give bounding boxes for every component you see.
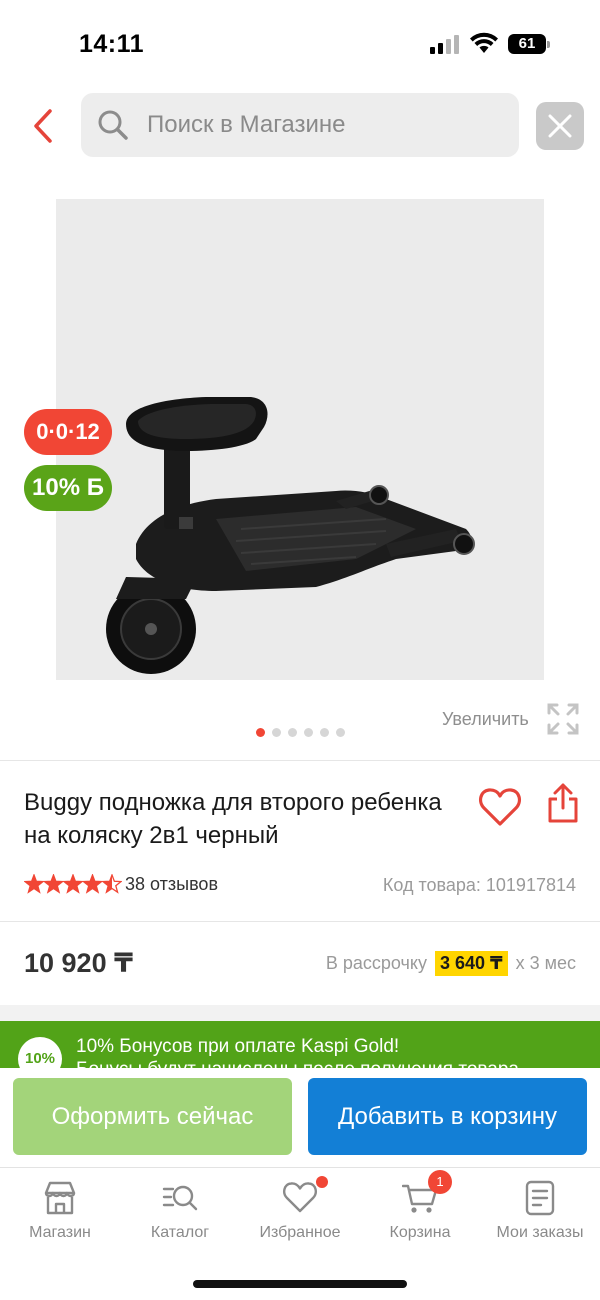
star-icon: [81, 874, 104, 894]
tab-label: Мои заказы: [496, 1224, 584, 1241]
battery-icon: 61: [508, 34, 550, 54]
bonus-text: 10% Бонусов при оплате Kaspi Gold!: [76, 1036, 400, 1057]
search-box[interactable]: [81, 93, 519, 157]
bottom-navigation: Магазин Каталог Избранное 1 Корзина Мои …: [0, 1167, 600, 1300]
star-icon: [24, 874, 45, 894]
installment-badge: 0·0·12: [24, 409, 112, 455]
divider: [0, 760, 600, 761]
pagination-dot[interactable]: [288, 728, 297, 737]
action-bar: Оформить сейчас Добавить в корзину: [0, 1068, 600, 1168]
tab-catalog[interactable]: Каталог: [120, 1180, 240, 1260]
home-indicator[interactable]: [193, 1280, 407, 1288]
tab-orders[interactable]: Мои заказы: [480, 1180, 600, 1260]
pagination-dot[interactable]: [304, 728, 313, 737]
divider: [0, 921, 600, 922]
tab-label: Корзина: [389, 1224, 451, 1241]
tab-cart[interactable]: 1 Корзина: [360, 1170, 480, 1260]
heart-icon[interactable]: [478, 786, 522, 828]
stroller-board-illustration: [106, 397, 475, 674]
cart-count-badge: 1: [428, 1170, 452, 1194]
orders-icon: [525, 1180, 555, 1216]
pagination-dot[interactable]: [256, 728, 265, 737]
catalog-search-icon: [162, 1185, 198, 1211]
share-icon[interactable]: [546, 782, 580, 824]
tab-shop[interactable]: Магазин: [0, 1180, 120, 1260]
installment-info[interactable]: В рассрочку 3 640 ₸ х 3 мес: [326, 951, 576, 976]
search-input[interactable]: [147, 93, 507, 157]
tab-favorites[interactable]: Избранное: [240, 1176, 360, 1260]
clear-search-button[interactable]: [536, 102, 584, 150]
installment-suffix: х 3 мес: [515, 953, 576, 973]
tab-label: Каталог: [150, 1224, 210, 1241]
expand-icon: [547, 703, 579, 735]
wifi-icon: [470, 32, 498, 53]
search-header: [0, 90, 600, 170]
installment-amount: 3 640 ₸: [435, 951, 508, 976]
bonus-banner[interactable]: 10% 10% Бонусов при оплате Kaspi Gold! Б…: [0, 1021, 600, 1071]
heart-icon: [283, 1182, 317, 1213]
pagination-dot[interactable]: [272, 728, 281, 737]
section-separator: [0, 1005, 600, 1021]
search-icon: [98, 110, 128, 140]
shop-icon: [44, 1181, 76, 1215]
product-image[interactable]: [56, 199, 544, 680]
rating-stars: [24, 874, 122, 894]
add-to-cart-button[interactable]: Добавить в корзину: [308, 1078, 587, 1155]
tab-label: Магазин: [29, 1224, 91, 1241]
pagination-dot[interactable]: [320, 728, 329, 737]
product-price: 10 920 ₸: [24, 948, 133, 978]
reviews-link[interactable]: 38 отзывов: [125, 874, 218, 895]
zoom-button[interactable]: Увеличить: [442, 702, 582, 738]
installment-prefix: В рассрочку: [325, 953, 427, 973]
bonus-percent-badge: 10%: [18, 1037, 62, 1071]
close-icon: [548, 114, 572, 138]
battery-level: 61: [508, 34, 546, 54]
buy-now-button[interactable]: Оформить сейчас: [13, 1078, 292, 1155]
bonus-badge: 10% Б: [24, 465, 112, 511]
back-arrow-icon[interactable]: [26, 106, 62, 146]
product-title: Buggy подножка для второго ребенка на ко…: [24, 789, 442, 849]
product-gallery[interactable]: 0·0·12 10% Б Увеличить: [0, 190, 600, 760]
status-time: 14:11: [79, 30, 145, 58]
tab-label: Избранное: [259, 1224, 341, 1241]
pagination-dot[interactable]: [336, 728, 345, 737]
product-sku: Код товара: 101917814: [382, 875, 576, 895]
favorites-dot-badge: [316, 1176, 328, 1188]
star-icon: [42, 874, 65, 894]
star-icon: [62, 874, 84, 894]
zoom-label: Увеличить: [442, 709, 529, 729]
cellular-signal-icon: [430, 34, 462, 54]
star-icon: [101, 874, 122, 894]
status-bar: 14:11 61: [0, 0, 600, 90]
